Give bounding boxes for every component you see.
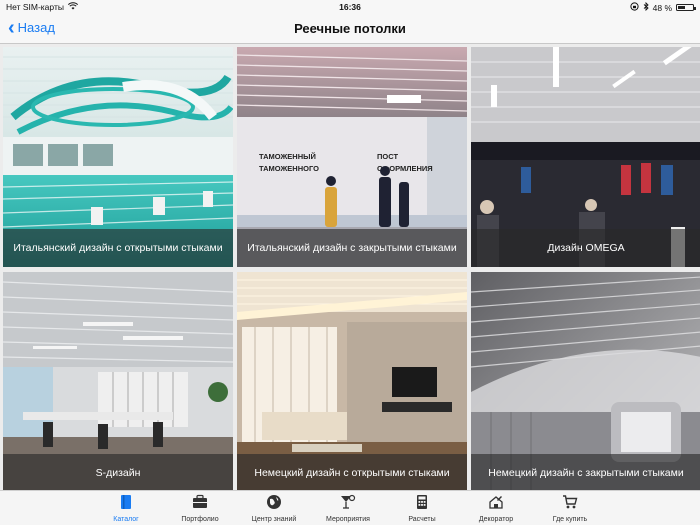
status-bar: Нет SIM-карты 16:36 48 % (0, 0, 700, 14)
tile-caption: Дизайн OMEGA (471, 229, 700, 267)
tab-label: Где купить (552, 516, 588, 523)
tab-events[interactable]: Мероприятия (310, 491, 386, 525)
sign-text-1: ТАМОЖЕННЫЙ (259, 152, 316, 161)
tab-label: Расчеты (408, 516, 436, 523)
page-title: Реечные потолки (294, 21, 406, 36)
tile-caption: S-дизайн (3, 454, 233, 492)
sign-text-3: ПОСТ (377, 152, 398, 161)
status-right: 48 % (630, 1, 696, 13)
lock-rotation-icon (630, 2, 639, 13)
catalog-tile-german-open[interactable]: Немецкий дизайн с открытыми стыками (237, 272, 467, 492)
catalog-tile-omega[interactable]: Дизайн OMEGA (471, 47, 700, 267)
globe-icon (267, 495, 281, 509)
tab-decorator[interactable]: Декоратор (458, 491, 534, 525)
tab-label: Декоратор (478, 516, 514, 523)
sign-text-2: ТАМОЖЕННОГО (259, 164, 319, 173)
tab-where-to-buy[interactable]: Где купить (532, 491, 608, 525)
battery-percent: 48 % (652, 2, 672, 13)
book-icon (121, 495, 131, 509)
tab-label: Мероприятия (326, 516, 370, 523)
tile-caption: Итальянский дизайн с открытыми стыками (3, 229, 233, 267)
tab-knowledge-center[interactable]: Центр знаний (236, 491, 312, 525)
tab-label: Портфолио (181, 516, 219, 523)
calculator-icon (417, 495, 427, 509)
tile-caption: Немецкий дизайн с открытыми стыками (237, 454, 467, 492)
catalog-tile-italian-closed[interactable]: ТАМОЖЕННЫЙ ТАМОЖЕННОГО ПОСТ ОФОРМЛЕНИЯ И… (237, 47, 467, 267)
decorator-icon (489, 496, 503, 509)
catalog-grid: Итальянский дизайн с открытыми стыками Т… (0, 44, 700, 492)
battery-icon (676, 4, 696, 11)
tile-caption: Немецкий дизайн с закрытыми стыками (471, 454, 700, 492)
catalog-tile-italian-open[interactable]: Итальянский дизайн с открытыми стыками (3, 47, 233, 267)
cocktail-icon (341, 494, 356, 509)
tab-label: Каталог (113, 516, 139, 523)
tab-calculations[interactable]: Расчеты (384, 491, 460, 525)
tab-portfolio[interactable]: Портфолио (162, 491, 238, 525)
status-time: 16:36 (339, 2, 361, 12)
app-screen: Нет SIM-карты 16:36 48 % ‹ Назад Реечные… (0, 0, 700, 525)
catalog-tile-german-closed[interactable]: Немецкий дизайн с закрытыми стыками (471, 272, 700, 492)
briefcase-icon (193, 494, 207, 508)
tab-catalog[interactable]: Каталог (88, 491, 164, 525)
tab-bar: Каталог Портфолио Центр знаний Мероприят… (0, 490, 700, 525)
cart-icon (563, 495, 578, 509)
navigation-bar: ‹ Назад Реечные потолки (0, 14, 700, 44)
bluetooth-icon (643, 1, 649, 13)
tab-label: Центр знаний (251, 516, 297, 523)
tile-caption: Итальянский дизайн с закрытыми стыками (237, 229, 467, 267)
catalog-tile-s-design[interactable]: S-дизайн (3, 272, 233, 492)
